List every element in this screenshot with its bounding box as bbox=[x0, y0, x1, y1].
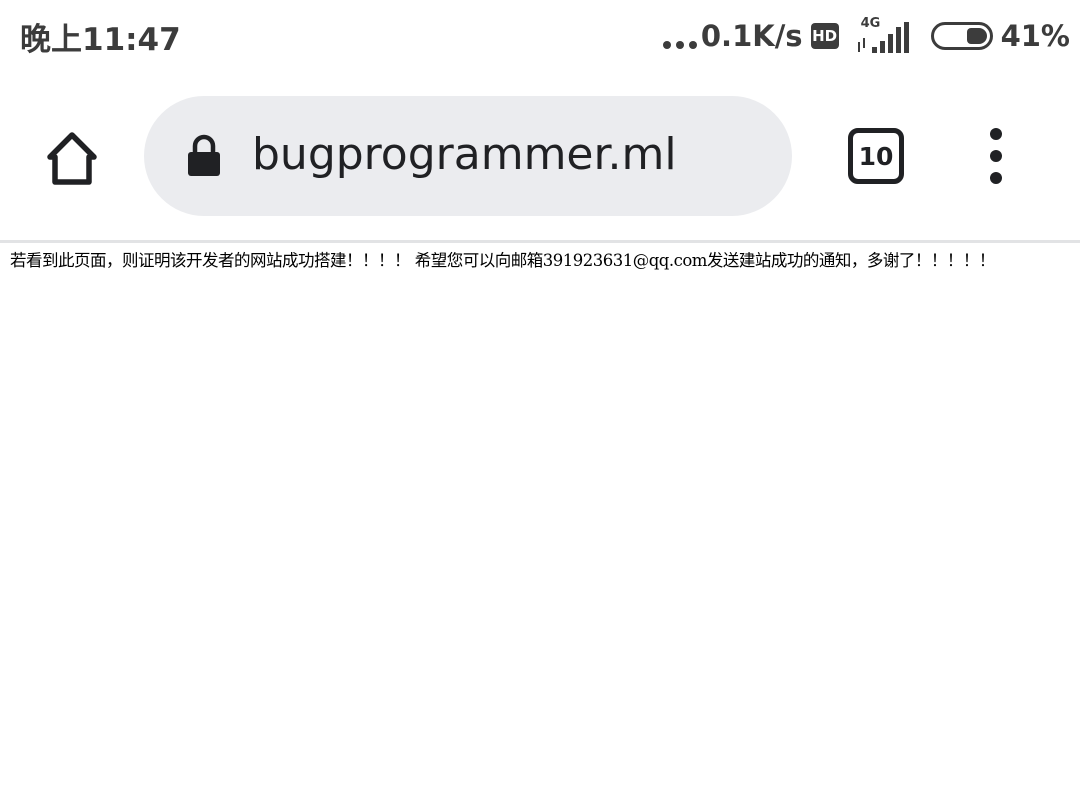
battery-icon bbox=[930, 22, 993, 50]
dots-icon bbox=[662, 21, 697, 51]
home-icon bbox=[47, 132, 97, 185]
network-speed: 0.1K/s bbox=[700, 19, 803, 53]
address-bar[interactable]: bugprogrammer.ml bbox=[144, 96, 792, 216]
url-text[interactable]: bugprogrammer.ml bbox=[252, 129, 677, 180]
more-vert-icon[interactable] bbox=[976, 128, 1016, 184]
home-button[interactable] bbox=[40, 126, 104, 190]
status-bar: 晚上11:47 0.1K/s HD 4G 41% bbox=[0, 0, 1080, 72]
page-message: 若看到此页面，则证明该开发者的网站成功搭建！！！！ 希望您可以向邮箱391923… bbox=[10, 251, 995, 270]
browser-toolbar: bugprogrammer.ml 10 bbox=[0, 72, 1080, 240]
status-time: 晚上11:47 bbox=[20, 22, 181, 58]
status-indicators: 0.1K/s HD 4G 41% bbox=[662, 14, 1070, 58]
tab-switcher-button[interactable]: 10 bbox=[848, 128, 904, 184]
toolbar-divider bbox=[0, 240, 1080, 243]
hd-icon: HD bbox=[810, 23, 839, 49]
tab-count: 10 bbox=[858, 141, 894, 171]
lock-icon bbox=[188, 134, 220, 176]
battery-percent: 41% bbox=[1000, 19, 1070, 53]
signal-icon: 4G bbox=[855, 16, 915, 56]
